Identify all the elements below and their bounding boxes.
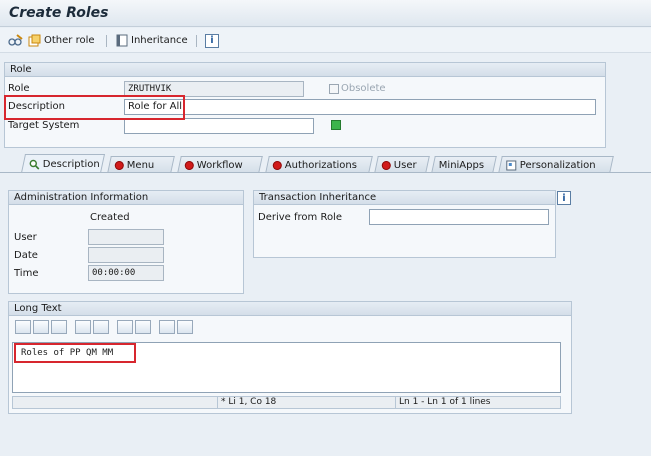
page-title: Create Roles bbox=[9, 5, 109, 21]
created-time-field[interactable]: 00:00:00 bbox=[88, 265, 164, 281]
tab-personalization[interactable]: Personalization bbox=[498, 156, 614, 173]
info-icon[interactable]: i bbox=[557, 191, 571, 205]
application-toolbar: Other role Inheritance i bbox=[0, 28, 651, 53]
copy-icon[interactable] bbox=[33, 320, 49, 334]
long-text-content: Roles of PP QM MM bbox=[21, 348, 114, 358]
display-change-button[interactable] bbox=[8, 32, 23, 49]
find-next-icon[interactable] bbox=[135, 320, 151, 334]
toolbar-separator bbox=[106, 35, 107, 47]
inheritance-button[interactable]: Inheritance bbox=[116, 32, 188, 49]
tab-description-label: Description bbox=[42, 158, 100, 170]
time-label: Time bbox=[14, 268, 39, 279]
tab-menu-label: Menu bbox=[126, 159, 155, 171]
red-status-icon bbox=[184, 160, 194, 170]
inheritance-icon bbox=[116, 34, 128, 47]
target-system-label: Target System bbox=[8, 120, 80, 131]
paste-icon[interactable] bbox=[51, 320, 67, 334]
description-field[interactable]: Role for All bbox=[124, 99, 596, 115]
date-label: Date bbox=[14, 250, 38, 261]
red-status-icon bbox=[114, 160, 124, 170]
tab-workflow[interactable]: Workflow bbox=[177, 156, 263, 173]
admin-info-header: Administration Information bbox=[9, 191, 243, 205]
other-role-button[interactable]: Other role bbox=[28, 32, 95, 49]
tab-workflow-label: Workflow bbox=[196, 159, 243, 171]
editor-toolbar bbox=[15, 320, 193, 334]
import-icon[interactable] bbox=[159, 320, 175, 334]
tab-strip: Description Menu Workflow Authorizations… bbox=[0, 154, 651, 173]
info-button[interactable]: i bbox=[205, 32, 219, 49]
target-system-field[interactable] bbox=[124, 118, 314, 134]
search-doc-icon bbox=[29, 159, 40, 170]
created-label: Created bbox=[90, 212, 130, 223]
created-date-field[interactable] bbox=[88, 247, 164, 263]
tab-user-label: User bbox=[393, 159, 417, 171]
role-label: Role bbox=[8, 83, 30, 94]
role-panel-header: Role bbox=[5, 63, 605, 77]
export-icon[interactable] bbox=[177, 320, 193, 334]
other-role-icon bbox=[28, 34, 41, 47]
tab-miniapps[interactable]: MiniApps bbox=[431, 156, 497, 173]
undo-icon[interactable] bbox=[75, 320, 91, 334]
status-green-icon bbox=[331, 120, 341, 130]
role-field[interactable]: ZRUTHVIK bbox=[124, 81, 304, 97]
title-bar: Create Roles bbox=[0, 0, 651, 27]
toolbar-separator bbox=[196, 35, 197, 47]
inheritance-label: Inheritance bbox=[131, 35, 188, 46]
info-icon: i bbox=[205, 33, 219, 48]
tab-divider bbox=[0, 172, 651, 173]
tab-description[interactable]: Description bbox=[20, 154, 106, 173]
tab-miniapps-label: MiniApps bbox=[438, 159, 485, 171]
long-text-editor[interactable]: Roles of PP QM MM bbox=[12, 342, 561, 393]
red-status-icon bbox=[381, 160, 391, 170]
transaction-inheritance-header: Transaction Inheritance bbox=[254, 191, 555, 205]
line-count: Ln 1 - Ln 1 of 1 lines bbox=[395, 397, 491, 408]
created-user-field[interactable] bbox=[88, 229, 164, 245]
tab-authorizations-label: Authorizations bbox=[284, 159, 358, 171]
tab-personalization-label: Personalization bbox=[519, 159, 596, 171]
tab-user[interactable]: User bbox=[374, 156, 430, 173]
find-icon[interactable] bbox=[117, 320, 133, 334]
checkbox-icon bbox=[329, 83, 339, 94]
obsolete-checkbox[interactable]: Obsolete bbox=[329, 83, 386, 94]
description-label: Description bbox=[8, 101, 65, 112]
user-label: User bbox=[14, 232, 37, 243]
long-text-header: Long Text bbox=[9, 302, 571, 316]
cut-icon[interactable] bbox=[15, 320, 31, 334]
other-role-label: Other role bbox=[44, 35, 95, 46]
cursor-position: * Li 1, Co 18 bbox=[217, 397, 276, 408]
derive-from-role-label: Derive from Role bbox=[258, 212, 342, 223]
editor-status-bar: * Li 1, Co 18 Ln 1 - Ln 1 of 1 lines bbox=[12, 396, 561, 409]
glasses-pencil-icon bbox=[8, 34, 23, 46]
tab-authorizations[interactable]: Authorizations bbox=[265, 156, 373, 173]
obsolete-label: Obsolete bbox=[341, 83, 386, 94]
tab-menu[interactable]: Menu bbox=[107, 156, 175, 173]
red-status-icon bbox=[272, 160, 282, 170]
redo-icon[interactable] bbox=[93, 320, 109, 334]
derive-from-role-field[interactable] bbox=[369, 209, 549, 225]
personalization-icon bbox=[506, 160, 517, 170]
